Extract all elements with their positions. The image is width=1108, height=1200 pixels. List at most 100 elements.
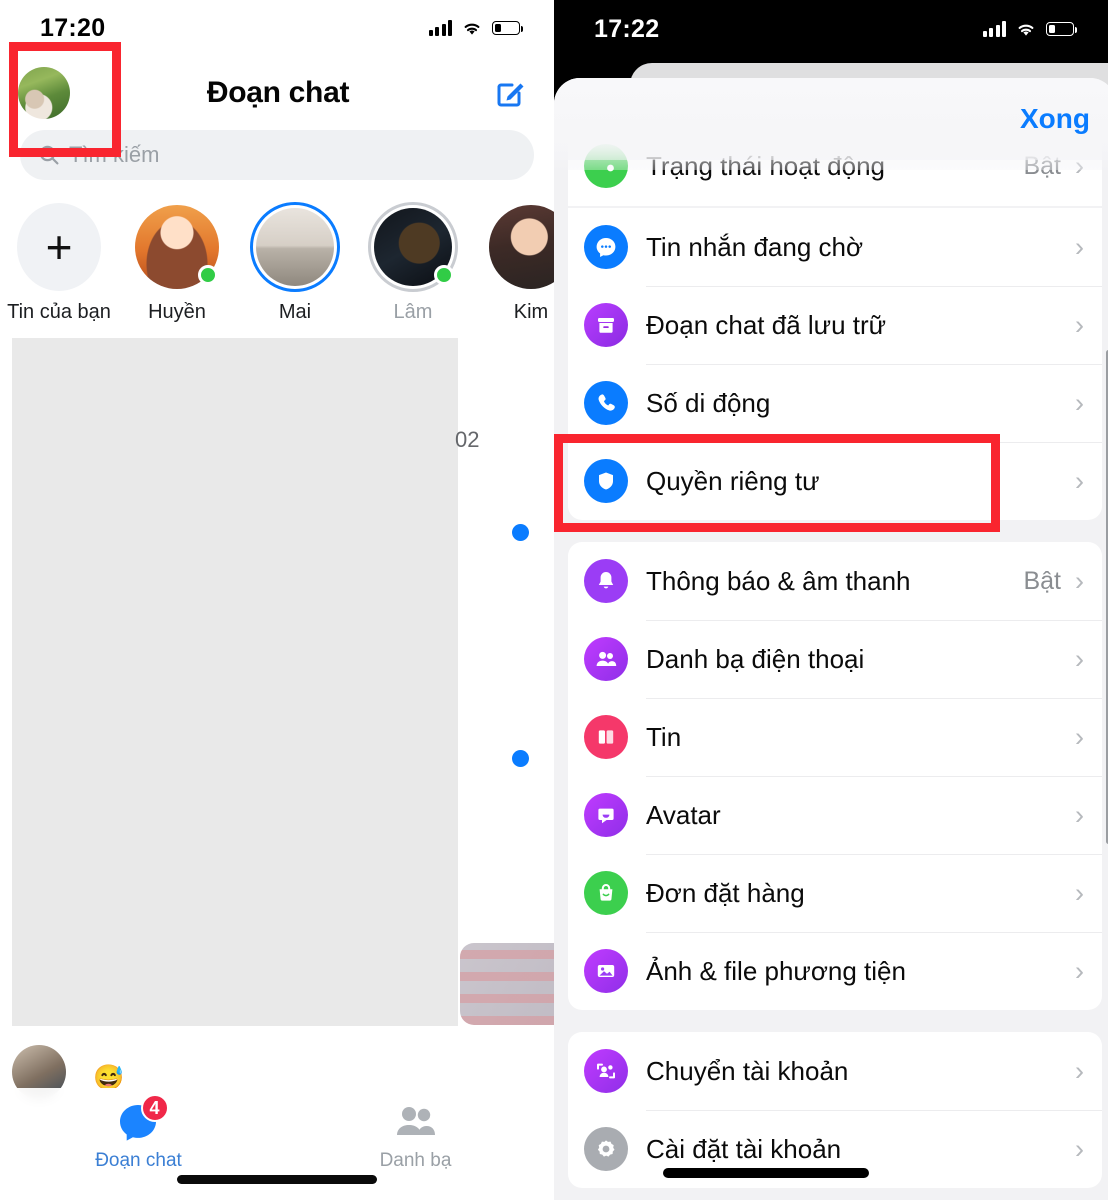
left-status-bar: 17:20 xyxy=(0,0,554,56)
setting-row-phone-contacts[interactable]: Danh bạ điện thoại › xyxy=(568,620,1102,698)
setting-label: Danh bạ điện thoại xyxy=(646,644,865,674)
archive-icon xyxy=(584,303,628,347)
bell-icon xyxy=(584,559,628,603)
story-label: Mai xyxy=(278,301,312,323)
story-avatar xyxy=(256,208,334,286)
message-requests-icon xyxy=(584,225,628,269)
setting-row-orders[interactable]: Đơn đặt hàng › xyxy=(568,854,1102,932)
message-thumbnail[interactable] xyxy=(460,943,554,1025)
cellular-bars-icon xyxy=(428,20,452,36)
chevron-right-icon: › xyxy=(1075,878,1084,908)
unread-dot xyxy=(512,524,529,541)
story-item-mai[interactable]: Mai xyxy=(236,202,354,324)
chevron-right-icon: › xyxy=(1075,722,1084,752)
bottom-tab-bar: 4 Đoạn chat Danh bạ xyxy=(0,1088,554,1200)
contacts-icon xyxy=(394,1102,438,1142)
phone-icon xyxy=(584,381,628,425)
setting-label: Cài đặt tài khoản xyxy=(646,1134,842,1164)
avatar-icon xyxy=(584,793,628,837)
dual-screenshot-container: 17:20 Đoạn chat Tìm kiếm + Tin của bạn H… xyxy=(0,0,1108,1200)
settings-group-1: Tin nhắn đang chờ › Đoạn chat đã lưu trữ… xyxy=(568,208,1102,520)
story-avatar xyxy=(489,205,554,289)
switch-account-icon xyxy=(584,1049,628,1093)
story-label: Tin của bạn xyxy=(7,301,111,323)
settings-scroll-area[interactable]: Tin nhắn đang chờ › Đoạn chat đã lưu trữ… xyxy=(554,208,1108,1188)
search-input[interactable]: Tìm kiếm xyxy=(20,130,534,180)
status-time: 17:20 xyxy=(40,13,106,42)
chevron-right-icon: › xyxy=(1075,388,1084,418)
setting-label: Thông báo & âm thanh xyxy=(646,565,911,596)
setting-label: Đoạn chat đã lưu trữ xyxy=(646,310,887,340)
setting-row-avatar[interactable]: Avatar › xyxy=(568,776,1102,854)
chat-bubble-icon: 4 xyxy=(117,1094,169,1142)
contacts-icon xyxy=(584,637,628,681)
story-item-lam[interactable]: Lâm xyxy=(354,202,472,324)
story-label: Lâm xyxy=(393,301,433,323)
battery-low-icon xyxy=(492,21,523,35)
tab-label: Đoạn chat xyxy=(95,1150,182,1171)
sheet-header: Xong xyxy=(554,78,1108,160)
chat-timestamp-fragment: 02 xyxy=(455,427,480,452)
setting-value: Bật xyxy=(1023,566,1061,595)
battery-low-icon xyxy=(1046,22,1077,36)
setting-label: Tin xyxy=(646,722,682,752)
tab-label: Danh bạ xyxy=(379,1150,452,1171)
setting-row-archived-chats[interactable]: Đoạn chat đã lưu trữ › xyxy=(568,286,1102,364)
chevron-right-icon: › xyxy=(1075,466,1084,496)
chevron-right-icon: › xyxy=(1075,310,1084,340)
setting-label: Số di động xyxy=(646,388,771,418)
chevron-right-icon: › xyxy=(1075,231,1084,262)
unread-badge: 4 xyxy=(140,1094,169,1122)
left-phone-screen: 17:20 Đoạn chat Tìm kiếm + Tin của bạn H… xyxy=(0,0,554,1200)
chat-header: Đoạn chat xyxy=(0,56,554,130)
redacted-chat-content xyxy=(12,338,458,1026)
wifi-icon xyxy=(1015,21,1037,37)
home-indicator xyxy=(177,1175,377,1184)
status-icons xyxy=(982,21,1077,37)
settings-group-2: Thông báo & âm thanh Bật › Danh bạ điện … xyxy=(568,542,1102,1010)
search-placeholder: Tìm kiếm xyxy=(69,142,160,167)
story-label: Kim xyxy=(513,301,549,323)
search-icon xyxy=(39,145,59,165)
story-item-kim[interactable]: Kim xyxy=(472,202,554,324)
setting-label: Avatar xyxy=(646,800,721,830)
setting-label: Ảnh & file phương tiện xyxy=(646,956,906,986)
status-time: 17:22 xyxy=(594,14,660,43)
setting-row-message-requests[interactable]: Tin nhắn đang chờ › xyxy=(568,208,1102,286)
unread-dot xyxy=(512,750,529,767)
right-phone-screen: 17:22 Trạng thái hoạt động Bật › Xong Ti… xyxy=(554,0,1108,1200)
stories-row: + Tin của bạn Huyền Mai Lâm Kim xyxy=(0,180,554,328)
setting-row-media-files[interactable]: Ảnh & file phương tiện › xyxy=(568,932,1102,1010)
setting-label: Quyền riêng tư xyxy=(646,466,820,496)
setting-label: Chuyển tài khoản xyxy=(646,1055,849,1086)
chevron-right-icon: › xyxy=(1075,1055,1084,1086)
setting-row-notifications[interactable]: Thông báo & âm thanh Bật › xyxy=(568,542,1102,620)
media-icon xyxy=(584,949,628,993)
setting-row-stories[interactable]: Tin › xyxy=(568,698,1102,776)
done-button[interactable]: Xong xyxy=(1020,103,1090,135)
chevron-right-icon: › xyxy=(1075,1134,1084,1164)
wifi-icon xyxy=(461,20,483,36)
online-dot xyxy=(434,265,454,285)
compose-icon[interactable] xyxy=(494,76,528,110)
status-icons xyxy=(428,20,523,36)
stories-icon xyxy=(584,715,628,759)
chevron-right-icon: › xyxy=(1075,644,1084,674)
setting-label: Đơn đặt hàng xyxy=(646,878,805,908)
gear-icon xyxy=(584,1127,628,1171)
setting-row-mobile-number[interactable]: Số di động › xyxy=(568,364,1102,442)
setting-row-switch-account[interactable]: Chuyển tài khoản › xyxy=(568,1032,1102,1110)
setting-label: Tin nhắn đang chờ xyxy=(646,231,864,262)
setting-row-privacy[interactable]: Quyền riêng tư › xyxy=(568,442,1102,520)
online-dot xyxy=(198,265,218,285)
cellular-bars-icon xyxy=(982,21,1006,37)
story-item-huyen[interactable]: Huyền xyxy=(118,202,236,324)
chevron-right-icon: › xyxy=(1075,956,1084,986)
story-item-your-story[interactable]: + Tin của bạn xyxy=(0,202,118,324)
settings-group-3: Chuyển tài khoản › Cài đặt tài khoản › xyxy=(568,1032,1102,1188)
chevron-right-icon: › xyxy=(1075,800,1084,830)
add-story-icon: + xyxy=(17,203,101,291)
redacted-bar xyxy=(663,1168,869,1178)
shield-privacy-icon xyxy=(584,459,628,503)
settings-modal-sheet: Trạng thái hoạt động Bật › Xong Tin nhắn… xyxy=(554,78,1108,1200)
